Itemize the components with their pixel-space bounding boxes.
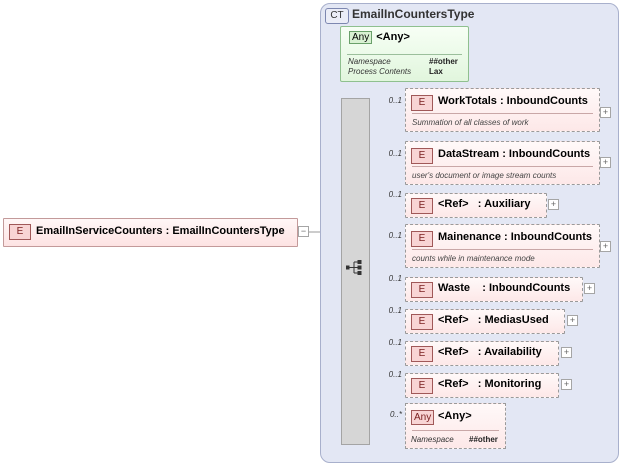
- plus-icon[interactable]: +: [584, 283, 595, 294]
- root-element-box[interactable]: E EmailInServiceCounters : EmailInCounte…: [3, 218, 298, 247]
- element-badge: E: [411, 95, 433, 111]
- divider: [347, 54, 462, 55]
- element-label: <Ref> : Monitoring: [438, 378, 542, 390]
- plus-icon[interactable]: +: [561, 379, 572, 390]
- element-ref-availability[interactable]: E <Ref> : Availability: [405, 341, 559, 366]
- occurrence-label: 0..1: [388, 190, 402, 199]
- element-description: Summation of all classes of work: [412, 118, 529, 127]
- occurrence-label: 0..*: [389, 410, 402, 419]
- element-description: counts while in maintenance mode: [412, 254, 535, 263]
- divider: [412, 249, 593, 250]
- process-contents-value: Lax: [429, 67, 443, 76]
- element-mainenance[interactable]: E Mainenance : InboundCounts counts whil…: [405, 224, 600, 268]
- plus-icon[interactable]: +: [567, 315, 578, 326]
- element-badge: E: [411, 282, 433, 298]
- complex-type-badge: CT: [325, 8, 349, 24]
- namespace-value: ##other: [429, 57, 458, 66]
- occurrence-label: 0..1: [388, 274, 402, 283]
- any-element-badge: Any: [411, 410, 435, 425]
- plus-icon[interactable]: +: [600, 241, 611, 252]
- element-label: DataStream : InboundCounts: [438, 148, 591, 160]
- plus-icon[interactable]: +: [548, 199, 559, 210]
- element-ref-auxiliary[interactable]: E <Ref> : Auxiliary: [405, 193, 547, 218]
- element-ref-monitoring[interactable]: E <Ref> : Monitoring: [405, 373, 559, 398]
- any-attribute-title: Any <Any>: [349, 31, 410, 44]
- complex-type-name: EmailInCountersType: [352, 7, 475, 21]
- plus-icon[interactable]: +: [600, 157, 611, 168]
- any-element-box[interactable]: Any <Any> Namespace ##other: [405, 403, 506, 449]
- occurrence-label: 0..1: [388, 149, 402, 158]
- element-waste[interactable]: E Waste : InboundCounts: [405, 277, 583, 302]
- minus-icon[interactable]: −: [298, 226, 309, 237]
- element-label: WorkTotals : InboundCounts: [438, 95, 588, 107]
- any-attribute-badge: Any: [349, 31, 373, 44]
- sequence-icon: [346, 260, 362, 275]
- namespace-label: Namespace: [411, 435, 454, 444]
- element-badge: E: [411, 378, 433, 394]
- divider: [412, 113, 593, 114]
- element-datastream[interactable]: E DataStream : InboundCounts user's docu…: [405, 141, 600, 185]
- divider: [412, 430, 499, 431]
- occurrence-label: 0..1: [388, 231, 402, 240]
- element-label: Mainenance : InboundCounts: [438, 231, 593, 243]
- element-badge: E: [411, 231, 433, 247]
- occurrence-label: 0..1: [388, 306, 402, 315]
- element-badge: E: [9, 224, 31, 240]
- any-attribute-box[interactable]: Any <Any> Namespace ##other Process Conte…: [340, 26, 469, 82]
- occurrence-label: 0..1: [388, 338, 402, 347]
- element-badge: E: [411, 148, 433, 164]
- any-element-title: <Any>: [438, 410, 472, 422]
- element-ref-mediasused[interactable]: E <Ref> : MediasUsed: [405, 309, 565, 334]
- element-label: <Ref> : Availability: [438, 346, 542, 358]
- divider: [412, 166, 593, 167]
- element-worktotals[interactable]: E WorkTotals : InboundCounts Summation o…: [405, 88, 600, 132]
- element-badge: E: [411, 198, 433, 214]
- element-label: <Ref> : MediasUsed: [438, 314, 549, 326]
- root-element-label: EmailInServiceCounters : EmailInCounters…: [36, 225, 285, 237]
- process-contents-label: Process Contents: [348, 67, 412, 76]
- namespace-label: Namespace: [348, 57, 391, 66]
- namespace-value: ##other: [469, 435, 498, 444]
- occurrence-label: 0..1: [388, 370, 402, 379]
- plus-icon[interactable]: +: [600, 107, 611, 118]
- occurrence-label: 0..1: [388, 96, 402, 105]
- element-label: <Ref> : Auxiliary: [438, 198, 531, 210]
- element-label: Waste : InboundCounts: [438, 282, 571, 294]
- element-description: user's document or image stream counts: [412, 171, 557, 180]
- element-badge: E: [411, 314, 433, 330]
- plus-icon[interactable]: +: [561, 347, 572, 358]
- element-badge: E: [411, 346, 433, 362]
